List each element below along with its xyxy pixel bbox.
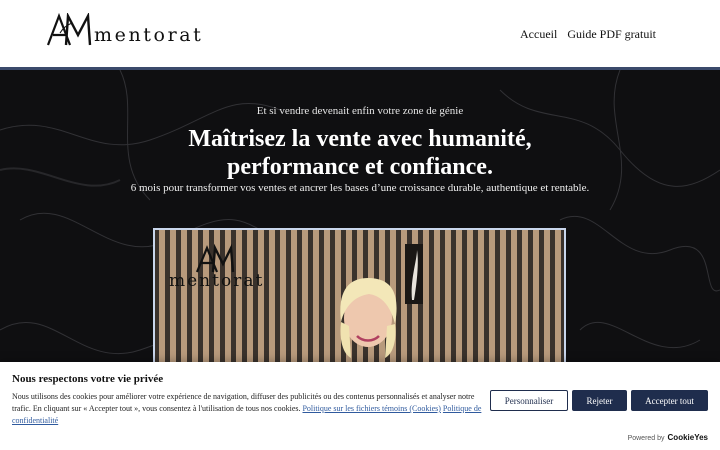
powered-by-label: Powered by xyxy=(627,435,665,442)
cookie-description: Nous utilisons des cookies pour améliore… xyxy=(12,391,482,427)
accept-all-button[interactable]: Accepter tout xyxy=(631,390,708,411)
brand-name: mentorat xyxy=(94,24,204,46)
reject-button[interactable]: Rejeter xyxy=(572,390,627,411)
cookieyes-logo[interactable]: CookieYes xyxy=(668,433,708,442)
hero-headline: Maîtrisez la vente avec humanité, perfor… xyxy=(0,125,720,181)
main-nav: Accueil Guide PDF gratuit xyxy=(520,27,656,42)
hero-subline: 6 mois pour transformer vos ventes et an… xyxy=(130,182,590,194)
cookie-title: Nous respectons votre vie privée xyxy=(12,373,164,385)
video-overlay-brand: mentorat xyxy=(169,271,264,291)
site-header: mentorat Accueil Guide PDF gratuit xyxy=(0,0,720,70)
nav-accueil[interactable]: Accueil xyxy=(520,27,557,42)
hero-headline-line2: performance et confiance. xyxy=(227,154,493,180)
customize-button[interactable]: Personnaliser xyxy=(490,390,568,411)
site-logo[interactable]: mentorat xyxy=(46,13,203,47)
hero-headline-line1: Maîtrisez la vente avec humanité, xyxy=(188,126,532,152)
cookie-banner: Nous respectons votre vie privée Nous ut… xyxy=(0,362,720,450)
hero-kicker: Et si vendre devenait enfin votre zone d… xyxy=(256,105,464,117)
cookie-policy-link[interactable]: Politique sur les fichiers témoins (Cook… xyxy=(302,404,440,413)
powered-by: Powered by CookieYes xyxy=(628,433,708,442)
am-monogram-icon xyxy=(46,13,92,46)
nav-guide-pdf[interactable]: Guide PDF gratuit xyxy=(567,27,656,42)
